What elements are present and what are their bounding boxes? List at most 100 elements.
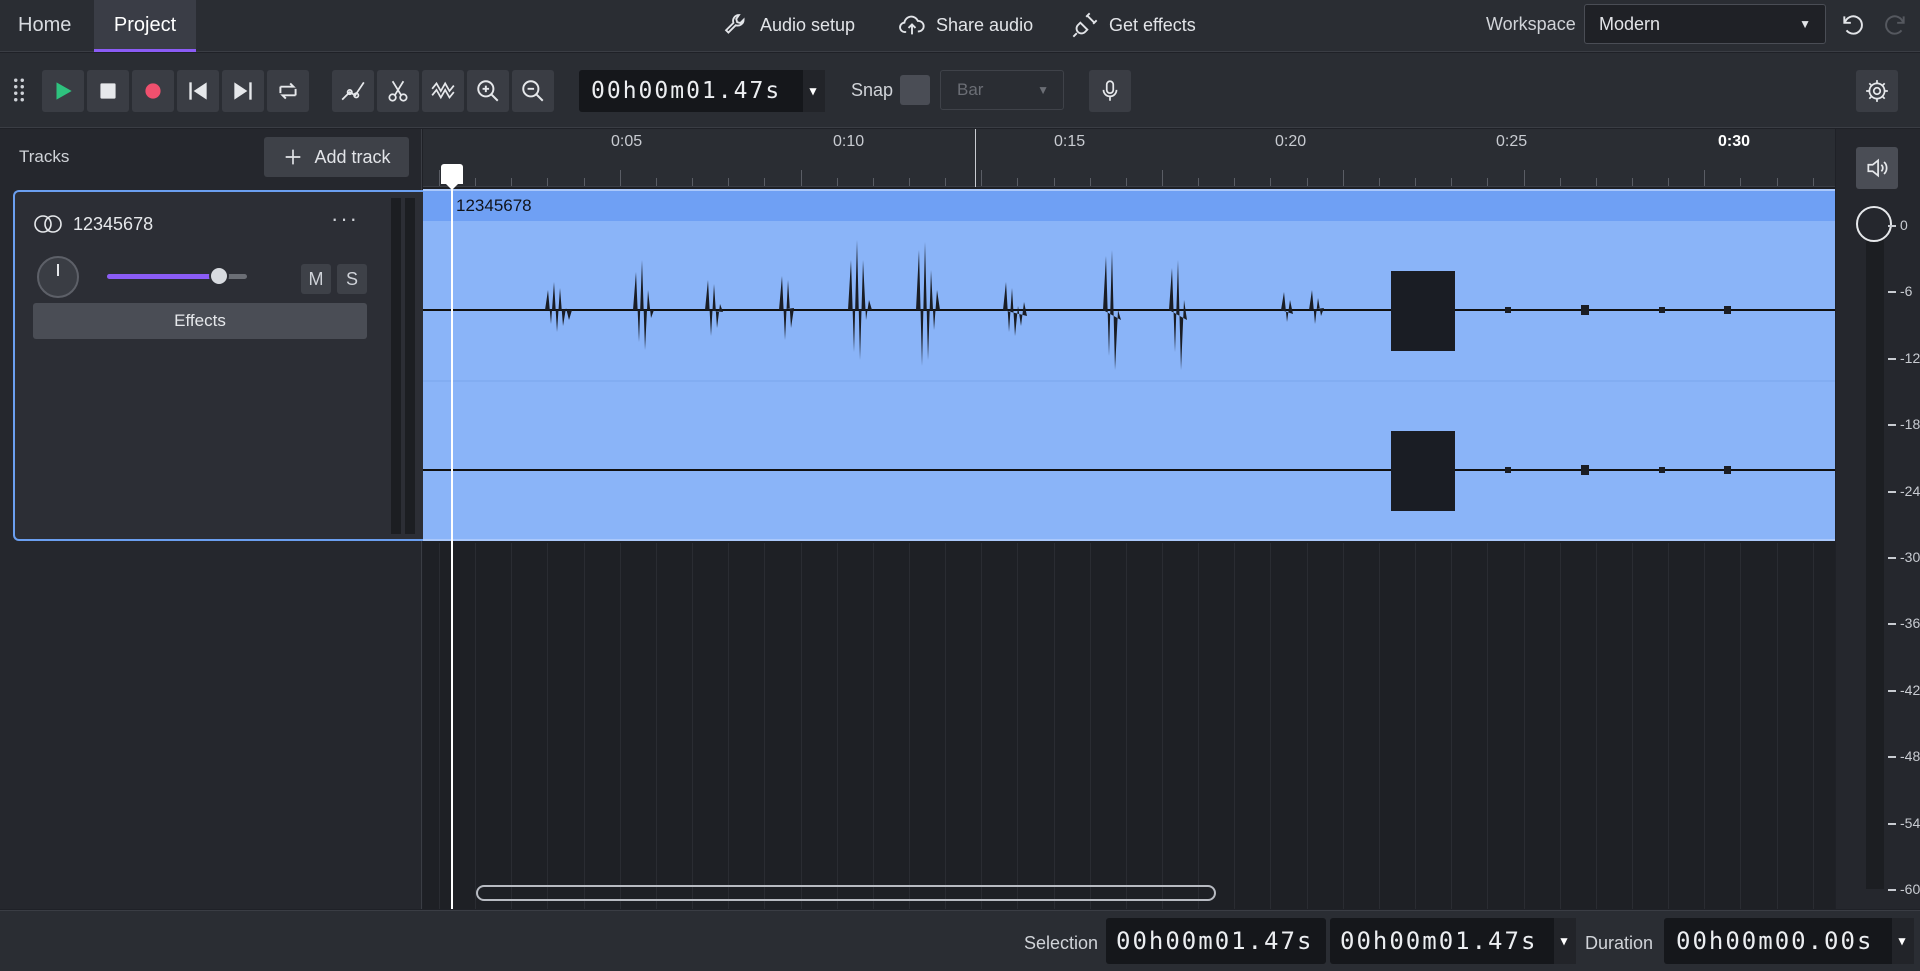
track-header[interactable]: 12345678 ··· M S Effects	[13, 190, 423, 541]
ruler-tick	[1270, 178, 1272, 186]
playback-time-value: 00h00m01.47s	[591, 78, 782, 104]
grid-line	[872, 543, 874, 909]
ruler-tick	[1704, 170, 1706, 186]
ruler-tick	[1342, 170, 1344, 186]
snap-select[interactable]: Bar ▼	[940, 70, 1064, 110]
ruler-tick	[1198, 178, 1200, 186]
effects-button[interactable]: Effects	[33, 303, 367, 339]
volume-slider[interactable]	[107, 266, 247, 286]
playhead-handle[interactable]	[441, 164, 463, 190]
stop-button[interactable]	[87, 70, 129, 112]
grid-line	[655, 543, 657, 909]
audio-setup-label: Audio setup	[760, 14, 856, 35]
selection-end-field[interactable]: 00h00m01.47s ▼	[1330, 918, 1576, 964]
db-label: -18	[1900, 416, 1920, 433]
microphone-button[interactable]	[1089, 70, 1131, 112]
ruler-tick	[1487, 178, 1489, 186]
loop-button[interactable]	[267, 70, 309, 112]
grid-line	[1631, 543, 1633, 909]
ruler-tick	[1812, 178, 1814, 186]
scissors-icon	[388, 80, 408, 102]
skip-to-end-button[interactable]	[222, 70, 264, 112]
settings-button[interactable]	[1856, 70, 1898, 112]
time-ruler[interactable]: 0:05 0:10 0:15 0:20 0:25 0:30	[423, 129, 1835, 187]
track-name[interactable]: 12345678	[73, 214, 153, 235]
db-tick	[1888, 424, 1896, 427]
playback-time-display[interactable]: 00h00m01.47s ▼	[579, 70, 825, 112]
tab-project[interactable]: Project	[94, 0, 196, 52]
grid-line	[908, 543, 910, 909]
db-label: 0	[1900, 217, 1908, 233]
share-audio-button[interactable]: Share audio	[898, 8, 1033, 42]
solo-button[interactable]: S	[337, 264, 367, 294]
ruler-tick	[619, 170, 621, 186]
db-tick	[1888, 357, 1896, 360]
timeline-area[interactable]: 0:05 0:10 0:15 0:20 0:25 0:30 12345678	[423, 129, 1835, 909]
add-track-label: Add track	[314, 146, 391, 167]
master-volume-thumb[interactable]	[1856, 206, 1892, 242]
selection-label: Selection	[1024, 933, 1099, 953]
grid-line	[836, 543, 838, 909]
master-volume-button[interactable]	[1856, 147, 1898, 189]
record-button[interactable]	[132, 70, 174, 112]
selection-start-field[interactable]: 00h00m01.47s	[1106, 918, 1326, 964]
selection-start-value: 00h00m01.47s	[1116, 927, 1314, 955]
get-effects-button[interactable]: Get effects	[1071, 8, 1196, 42]
db-label: -36	[1900, 615, 1920, 632]
zoom-out-button[interactable]	[512, 70, 554, 112]
ruler-tick	[475, 178, 477, 186]
redo-button[interactable]	[1880, 10, 1910, 40]
envelope-tool-button[interactable]	[332, 70, 374, 112]
audio-clip[interactable]: 12345678	[423, 189, 1835, 541]
grid-line	[1668, 543, 1670, 909]
chevron-down-icon[interactable]: ▼	[803, 70, 825, 112]
mute-button[interactable]: M	[301, 264, 331, 294]
tab-home[interactable]: Home	[0, 0, 89, 52]
chevron-down-icon[interactable]: ▼	[1554, 918, 1576, 964]
empty-track-area[interactable]	[423, 543, 1835, 909]
ruler-tick	[547, 178, 549, 186]
ruler-tick	[800, 170, 802, 186]
record-icon	[145, 83, 161, 99]
ruler-tick	[1017, 178, 1019, 186]
playhead[interactable]	[451, 175, 453, 909]
ruler-tick	[1415, 178, 1417, 186]
track-menu-button[interactable]: ···	[331, 206, 359, 232]
tracks-panel: Tracks Add track 12345678 ··· M S Effect…	[0, 129, 423, 909]
pan-knob[interactable]	[37, 256, 79, 298]
gear-icon	[1866, 80, 1888, 102]
snap-value: Bar	[957, 80, 984, 99]
db-tick	[1888, 225, 1896, 227]
volume-slider-thumb[interactable]	[209, 266, 229, 286]
skip-to-start-button[interactable]	[177, 70, 219, 112]
loop-icon	[279, 82, 297, 100]
grid-line	[981, 543, 983, 909]
drag-handle-icon[interactable]	[12, 77, 26, 108]
speaker-icon	[1867, 158, 1888, 178]
ruler-tick	[1125, 178, 1127, 186]
db-label: -60	[1900, 881, 1920, 897]
db-label: -30	[1900, 549, 1920, 565]
clip-waveform	[423, 240, 1835, 511]
horizontal-scrollbar[interactable]	[476, 885, 1216, 901]
audio-setup-button[interactable]: Audio setup	[722, 8, 855, 42]
add-track-button[interactable]: Add track	[264, 137, 409, 177]
split-tool-button[interactable]	[377, 70, 419, 112]
grid-line	[1559, 543, 1561, 909]
db-label: -6	[1900, 283, 1913, 300]
grid-line	[1776, 543, 1778, 909]
grid-line	[1053, 543, 1055, 909]
duration-field[interactable]: 00h00m00.00s ▼	[1664, 918, 1914, 964]
ruler-tick	[583, 178, 585, 186]
workspace-select[interactable]: Modern ▼	[1584, 4, 1826, 44]
wrench-icon	[724, 14, 745, 34]
snap-checkbox[interactable]	[900, 75, 930, 105]
clip-header[interactable]: 12345678	[423, 191, 1835, 221]
db-label: -42	[1900, 681, 1920, 698]
play-button[interactable]	[42, 70, 84, 112]
undo-button[interactable]	[1838, 10, 1868, 40]
chevron-down-icon[interactable]: ▼	[1892, 918, 1914, 964]
zoom-in-button[interactable]	[467, 70, 509, 112]
multi-tool-button[interactable]	[422, 70, 464, 112]
waves-icon	[431, 81, 455, 100]
